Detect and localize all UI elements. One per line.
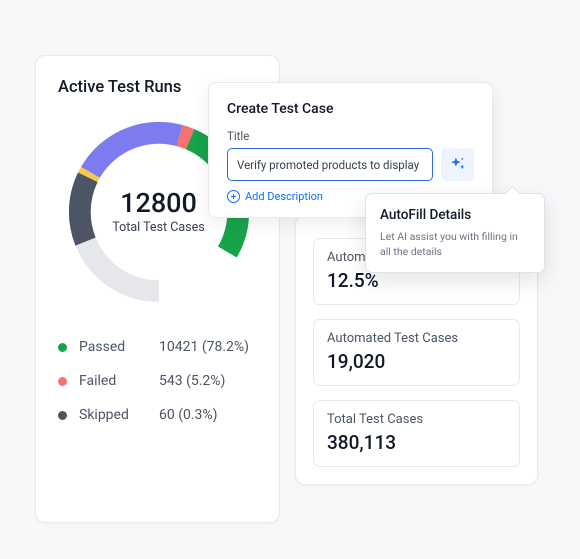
stat-item: Automated Test Cases 19,020 — [313, 319, 520, 386]
stat-item: Total Test Cases 380,113 — [313, 400, 520, 467]
stat-value: 380,113 — [327, 431, 506, 454]
legend-value: 60 (0.3%) — [159, 407, 218, 423]
donut-sub: Total Test Cases — [112, 220, 204, 235]
legend-label: Passed — [79, 339, 159, 355]
autofill-button[interactable] — [441, 148, 474, 181]
stat-label: Total Test Cases — [327, 412, 506, 427]
legend-label: Failed — [79, 373, 159, 389]
legend-dot-failed — [58, 377, 67, 386]
tooltip-body: Let AI assist you with filling in all th… — [380, 229, 530, 259]
legend-dot-skipped — [58, 411, 67, 420]
legend-value: 10421 (78.2%) — [159, 339, 249, 355]
tooltip-title: AutoFill Details — [380, 207, 530, 223]
sparkle-icon — [448, 155, 467, 174]
legend-label: Skipped — [79, 407, 159, 423]
stat-label: Automated Test Cases — [327, 331, 506, 346]
legend-row: Skipped 60 (0.3%) — [58, 407, 259, 423]
autofill-tooltip: AutoFill Details Let AI assist you with … — [365, 193, 545, 273]
legend-value: 543 (5.2%) — [159, 373, 225, 389]
plus-circle-icon — [227, 190, 240, 203]
title-input[interactable] — [227, 148, 433, 181]
legend-row: Passed 10421 (78.2%) — [58, 339, 259, 355]
add-description-label: Add Description — [245, 190, 323, 203]
card-title: Create Test Case — [227, 101, 474, 117]
stat-value: 19,020 — [327, 350, 506, 373]
donut-number: 12800 — [120, 189, 197, 219]
legend-row: Failed 543 (5.2%) — [58, 373, 259, 389]
legend-dot-passed — [58, 343, 67, 352]
field-label: Title — [227, 129, 474, 143]
legend: Passed 10421 (78.2%) Failed 543 (5.2%) S… — [58, 339, 259, 423]
